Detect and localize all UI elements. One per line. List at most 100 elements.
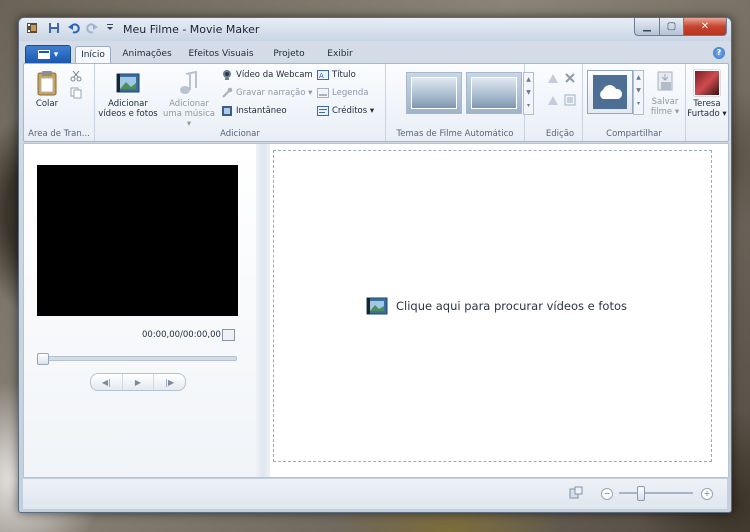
previous-frame-icon: ◀|	[101, 377, 111, 387]
share-gallery-scroll[interactable]: ▲ ▼ ▾	[633, 70, 644, 115]
add-videos-icon	[116, 73, 140, 93]
previous-frame-button[interactable]: ◀|	[91, 374, 123, 390]
redo-icon[interactable]	[85, 22, 99, 36]
paste-label: Colar	[35, 99, 59, 109]
cloud-icon	[600, 85, 623, 99]
customize-toolbar-icon[interactable]	[103, 22, 117, 36]
window-controls: ▁ ▢ ✕	[634, 18, 727, 36]
webcam-icon	[223, 70, 231, 80]
maximize-button[interactable]: ▢	[660, 18, 684, 36]
microphone-icon	[222, 87, 233, 98]
credits-icon	[317, 106, 329, 116]
app-icon	[25, 22, 39, 36]
fullscreen-icon[interactable]	[222, 329, 235, 341]
save-movie-label-2: filme ▾	[650, 107, 680, 117]
application-menu-button[interactable]: ▾	[25, 45, 71, 64]
play-button[interactable]: ▶	[123, 374, 155, 390]
group-label-add: Adicionar	[220, 129, 260, 139]
maximize-icon: ▢	[666, 21, 677, 32]
close-icon: ✕	[700, 21, 710, 32]
caption-button[interactable]: Legenda	[317, 86, 368, 100]
rotate-left-icon[interactable]	[546, 72, 560, 87]
group-label-clipboard: Área de Tran...	[28, 129, 90, 139]
window-title: Meu Filme - Movie Maker	[123, 23, 260, 36]
music-note-icon	[180, 70, 197, 94]
credits-label: Créditos ▾	[332, 106, 375, 116]
group-label-edit: Edição	[545, 129, 575, 139]
tab-animacoes[interactable]: Animações	[119, 46, 175, 63]
paste-icon	[37, 71, 57, 96]
video-preview[interactable]	[37, 165, 238, 316]
minimize-button[interactable]: ▁	[634, 18, 660, 36]
user-account-button[interactable]: Teresa Furtado ▾	[686, 70, 728, 119]
main-content: 00:00,00/00:00,00 ◀| ▶ |▶ Clique aqui pa…	[23, 143, 729, 478]
close-button[interactable]: ✕	[684, 18, 727, 36]
rotate-right-icon[interactable]	[546, 94, 560, 109]
ribbon-tabs: ▾ Início Animações Efeitos Visuais Proje…	[23, 43, 727, 64]
group-clipboard: Colar Área de Tran...	[24, 64, 95, 141]
snapshot-icon	[222, 106, 232, 116]
cut-icon[interactable]	[70, 70, 82, 85]
group-label-themes: Temas de Filme Automático	[396, 129, 514, 139]
theme-thumbnail-1[interactable]	[406, 72, 462, 114]
zoom-slider-thumb[interactable]	[637, 486, 645, 501]
undo-icon[interactable]	[67, 22, 81, 36]
add-videos-photos-button[interactable]: Adicionar vídeos e fotos	[97, 70, 159, 119]
tab-efeitos-visuais[interactable]: Efeitos Visuais	[185, 46, 257, 63]
save-movie-icon	[657, 71, 673, 91]
help-icon[interactable]: ?	[713, 47, 725, 59]
add-videos-label-1: Adicionar	[108, 99, 148, 109]
preview-pane: 00:00,00/00:00,00 ◀| ▶ |▶	[24, 144, 257, 477]
seek-thumb[interactable]	[37, 353, 49, 365]
browse-videos-prompt[interactable]: Clique aqui para procurar vídeos e fotos	[366, 295, 627, 317]
zoom-slider-track[interactable]	[619, 492, 693, 494]
minimize-icon: ▁	[643, 21, 651, 32]
avatar	[694, 70, 720, 96]
narration-label: Gravar narração ▾	[236, 88, 313, 98]
onedrive-share-button[interactable]	[587, 70, 633, 114]
themes-gallery-scroll[interactable]: ▲ ▼ ▾	[523, 72, 534, 115]
zoom-out-button[interactable]: −	[601, 488, 613, 500]
theme-thumbnail-2[interactable]	[466, 72, 522, 114]
save-movie-button[interactable]: Salvar filme ▾	[645, 70, 685, 117]
copy-icon[interactable]	[70, 87, 82, 102]
credits-button[interactable]: Créditos ▾	[317, 104, 374, 118]
group-share: ▲ ▼ ▾ Salvar filme ▾ Compartilhar	[583, 64, 686, 141]
paste-button[interactable]: Colar	[28, 70, 66, 109]
group-user: Teresa Furtado ▾	[686, 64, 728, 141]
ribbon: Colar Área de Tran... Adicionar vídeos e…	[23, 63, 729, 142]
playback-controls: ◀| ▶ |▶	[90, 373, 186, 391]
next-frame-button[interactable]: |▶	[154, 374, 185, 390]
title-button[interactable]: A Título	[317, 68, 356, 82]
add-music-button[interactable]: Adicionar uma música ▾	[161, 70, 217, 129]
group-edit: Edição	[538, 64, 583, 141]
webcam-video-button[interactable]: Vídeo da Webcam	[221, 68, 313, 82]
storyboard-area[interactable]: Clique aqui para procurar vídeos e fotos	[273, 150, 712, 462]
play-icon: ▶	[134, 377, 142, 387]
zoom-in-button[interactable]: +	[701, 488, 713, 500]
title-label: Título	[332, 70, 356, 80]
svg-text:A: A	[319, 72, 324, 80]
pane-splitter[interactable]	[256, 144, 270, 477]
snapshot-button[interactable]: Instantâneo	[221, 104, 287, 118]
add-music-label-2: uma música ▾	[163, 109, 215, 129]
group-auto-movie-themes: ▲ ▼ ▾ Temas de Filme Automático	[386, 64, 534, 141]
save-icon[interactable]	[47, 22, 61, 36]
status-bar: − +	[23, 478, 727, 509]
tab-exibir[interactable]: Exibir	[321, 46, 359, 63]
seek-bar[interactable]	[37, 353, 237, 365]
remove-icon[interactable]	[564, 72, 576, 87]
user-name-label-2: Furtado ▾	[687, 109, 727, 119]
record-narration-button[interactable]: Gravar narração ▾	[221, 86, 312, 100]
next-frame-icon: |▶	[165, 377, 175, 387]
select-all-icon[interactable]	[564, 94, 576, 109]
user-name-label-1: Teresa	[693, 99, 721, 109]
caption-label: Legenda	[332, 88, 369, 98]
snapshot-label: Instantâneo	[236, 106, 287, 116]
add-music-label-1: Adicionar	[169, 99, 209, 109]
caption-icon	[317, 88, 329, 98]
tab-projeto[interactable]: Projeto	[267, 46, 311, 63]
thumbnail-size-icon[interactable]	[569, 486, 583, 499]
group-add: Adicionar vídeos e fotos Adicionar uma m…	[95, 64, 386, 141]
tab-inicio[interactable]: Início	[75, 46, 111, 64]
